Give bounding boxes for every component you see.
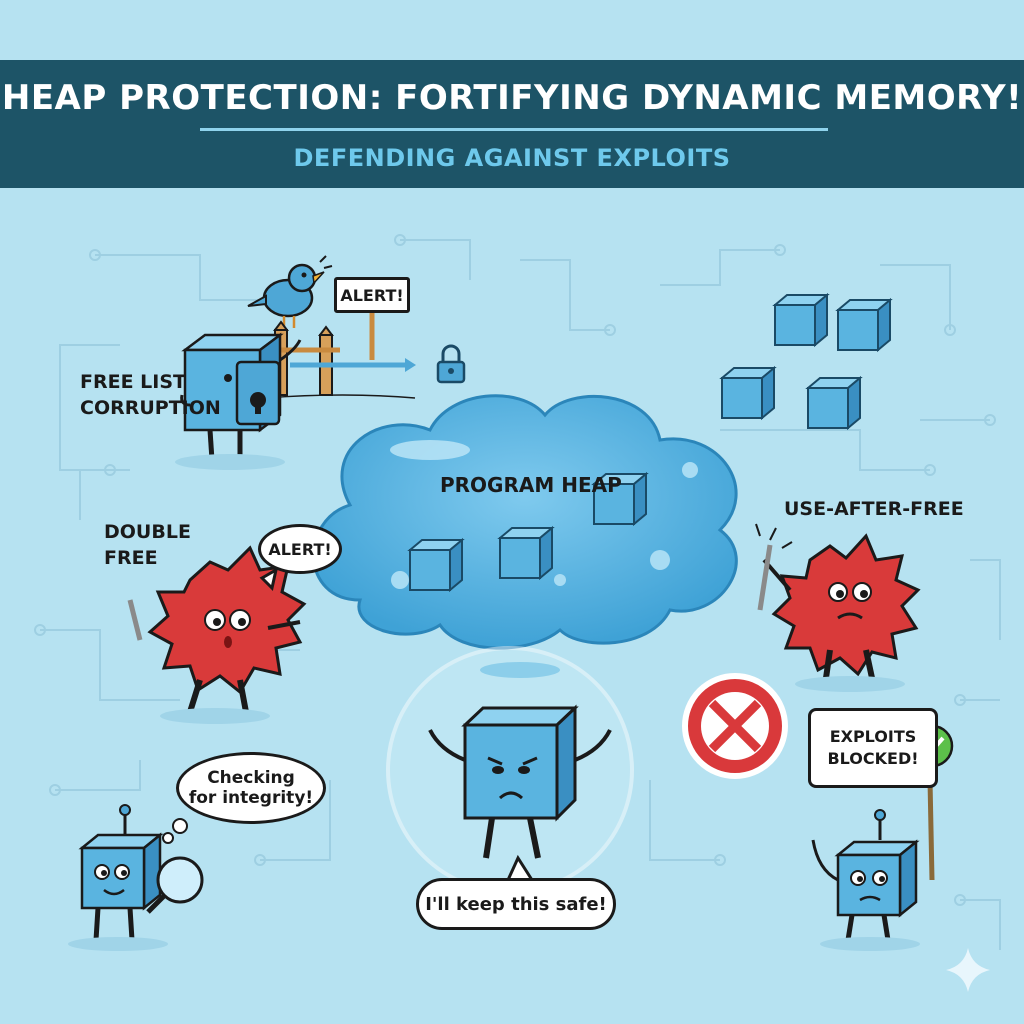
double-free-label: DOUBLE FREE — [104, 520, 191, 571]
use-after-free-monster — [755, 523, 921, 692]
label-line: FREE — [104, 546, 158, 569]
program-heap-label: PROGRAM HEAP — [440, 473, 622, 497]
padlock-icon — [436, 344, 466, 384]
label-line: FREE LIST — [80, 371, 187, 393]
sign-holder-cube-character — [811, 779, 935, 951]
floating-block — [807, 377, 861, 429]
bird-icon — [247, 255, 333, 328]
sparkle-icon — [946, 948, 990, 992]
checking-integrity-bubble: Checking for integrity! — [176, 752, 326, 824]
heap-block — [499, 527, 553, 579]
bubble-line: Checking — [207, 768, 295, 788]
sign-line: EXPLOITS — [829, 726, 917, 746]
use-after-free-label: USE-AFTER-FREE — [784, 498, 964, 520]
double-free-monster — [127, 545, 307, 724]
heap-block — [409, 539, 463, 591]
sign-line: BLOCKED! — [827, 749, 919, 768]
exploits-blocked-sign: EXPLOITS BLOCKED! — [808, 708, 938, 788]
keep-safe-bubble: I'll keep this safe! — [416, 878, 616, 930]
fence — [264, 320, 416, 399]
floating-block — [721, 367, 775, 419]
bubble-line: for integrity! — [188, 788, 314, 808]
free-list-corruption-label: FREE LIST CORRUPTION — [80, 370, 221, 421]
double-free-alert-bubble: ALERT! — [258, 524, 342, 574]
blocked-x-icon — [682, 673, 788, 779]
magnifier-icon — [156, 856, 204, 904]
bird-alert-sign: ALERT! — [334, 277, 410, 313]
label-line: DOUBLE — [104, 521, 191, 543]
label-line: CORRUPTION — [80, 396, 221, 419]
floating-block — [774, 294, 828, 346]
floating-block — [837, 299, 891, 351]
